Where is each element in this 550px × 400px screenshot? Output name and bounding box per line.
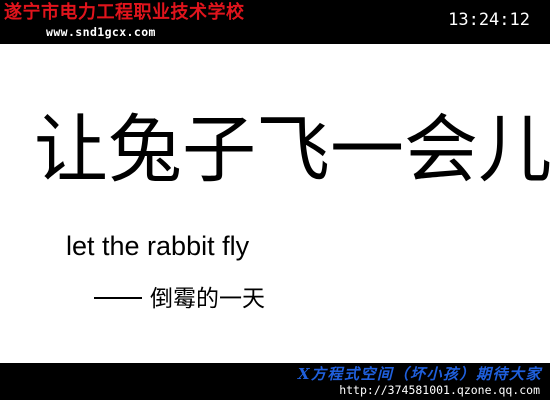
space-name: X方程式空间（坏小孩）期待大家 bbox=[297, 365, 542, 383]
header-bar: 遂宁市电力工程职业技术学校 www.snd1gcx.com 13:24:12 bbox=[0, 0, 550, 44]
space-url-link[interactable]: http://374581001.qzone.qq.com bbox=[339, 383, 540, 397]
slide-byline: 倒霉的一天 bbox=[94, 284, 265, 314]
footer-bar: X方程式空间（坏小孩）期待大家 http://374581001.qzone.q… bbox=[0, 363, 550, 400]
byline-text: 倒霉的一天 bbox=[150, 286, 265, 312]
school-url-link[interactable]: www.snd1gcx.com bbox=[46, 25, 156, 39]
school-name: 遂宁市电力工程职业技术学校 bbox=[4, 2, 245, 23]
em-dash-line bbox=[94, 296, 142, 299]
slide-subtitle: let the rabbit fly bbox=[66, 231, 250, 261]
slide-title: 让兔子飞一会儿 bbox=[34, 107, 550, 193]
clock-display: 13:24:12 bbox=[448, 10, 530, 30]
